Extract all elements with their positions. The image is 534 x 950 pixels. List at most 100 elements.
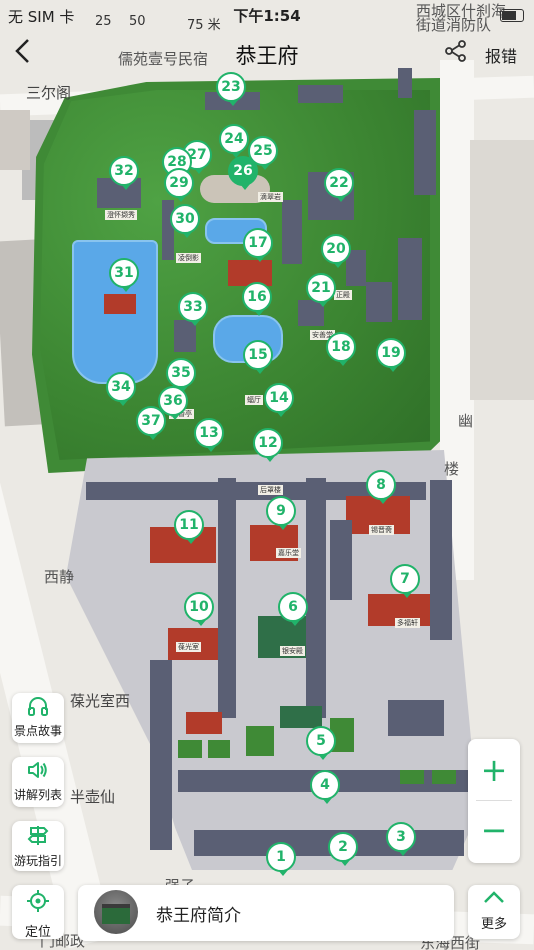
battery-icon — [500, 9, 524, 22]
headphones-icon — [12, 696, 64, 720]
tool-label: 游玩指引 — [13, 854, 62, 868]
lawn — [400, 770, 424, 784]
building-tag: 澄怀撷秀 — [105, 210, 137, 220]
zoom-control: + − — [468, 739, 520, 863]
zoom-out-button[interactable]: − — [468, 811, 520, 849]
scenic-story-button[interactable]: 景点故事 — [12, 693, 64, 743]
zoom-in-button[interactable]: + — [468, 751, 520, 789]
building — [398, 238, 422, 320]
scenic-spot-pin[interactable]: 37 — [136, 406, 166, 440]
chevron-up-icon — [468, 887, 520, 913]
more-label: 更多 — [480, 917, 507, 932]
scenic-spot-pin[interactable]: 31 — [109, 258, 139, 292]
speaker-icon — [12, 760, 64, 784]
building-tag: 银安殿 — [280, 646, 305, 656]
building — [330, 520, 352, 600]
poi-label[interactable]: 葆光室西 — [70, 690, 130, 711]
scenic-spot-pin[interactable]: 11 — [174, 510, 204, 544]
scenic-spot-pin[interactable]: 12 — [253, 428, 283, 462]
scenic-spot-pin[interactable]: 33 — [178, 292, 208, 326]
poi-label[interactable]: 半壶仙 — [70, 786, 115, 807]
scenic-spot-pin[interactable]: 20 — [321, 234, 351, 268]
share-icon[interactable] — [445, 40, 467, 68]
scenic-spot-pin[interactable]: 13 — [194, 418, 224, 452]
building — [388, 700, 444, 736]
scenic-spot-pin[interactable]: 35 — [166, 358, 196, 392]
locate-button[interactable]: 定位 — [12, 885, 64, 940]
building-tag: 嘉乐堂 — [276, 548, 301, 558]
building-tag: 后罩楼 — [258, 485, 283, 495]
lawn — [208, 740, 230, 758]
scenic-spot-pin[interactable]: 23 — [216, 72, 246, 106]
tool-label: 景点故事 — [13, 724, 62, 738]
building-tag: 凌倒影 — [176, 253, 201, 263]
status-bar: 无 SIM 卡 下午1:54 — [0, 0, 534, 30]
scale-tick: 50 — [129, 14, 146, 29]
building — [282, 200, 302, 264]
building — [228, 260, 272, 286]
scenic-spot-pin[interactable]: 29 — [164, 168, 194, 202]
building — [150, 660, 172, 850]
audio-list-button[interactable]: 讲解列表 — [12, 757, 64, 807]
scenic-spot-pin[interactable]: 7 — [390, 564, 420, 598]
scenic-spot-pin[interactable]: 9 — [266, 496, 296, 530]
lawn — [432, 770, 456, 784]
scenic-spot-pin[interactable]: 3 — [386, 822, 416, 856]
building-tag: 多福轩 — [395, 618, 420, 628]
building-tag: 蝠厅 — [245, 395, 263, 405]
building-tag: 滴翠岩 — [258, 192, 283, 202]
map-canvas[interactable]: 滴翠岩 妙香亭 安善堂 蝠厅 凌倒影 澄怀撷秀 正殿 多福轩 锡晋斋 葆光室 嘉… — [0, 0, 534, 950]
street-label: 幽 — [458, 412, 474, 430]
poi-label[interactable]: 三尔阁 — [26, 82, 71, 103]
scenic-spot-pin[interactable]: 1 — [266, 842, 296, 876]
building-block — [470, 140, 534, 400]
scenic-spot-pin[interactable]: 14 — [264, 383, 294, 417]
building — [414, 110, 436, 195]
scenic-spot-pin[interactable]: 30 — [170, 204, 200, 238]
scenic-spot-pin[interactable]: 32 — [109, 156, 139, 190]
zoom-divider — [476, 800, 512, 801]
street-label: 西静 — [44, 568, 75, 586]
report-error-button[interactable]: 报错 — [485, 43, 517, 67]
building — [298, 85, 343, 103]
nav-bar: 恭王府 报错 — [0, 30, 534, 76]
scenic-spot-pin[interactable]: 18 — [326, 332, 356, 366]
tour-guide-button[interactable]: 游玩指引 — [12, 821, 64, 871]
map-scale: 25 50 75 米 — [95, 14, 225, 33]
building-tag: 葆光室 — [176, 642, 201, 652]
scenic-spot-pin[interactable]: 22 — [324, 168, 354, 202]
more-button[interactable]: 更多 — [468, 885, 520, 939]
scenic-spot-pin[interactable]: 16 — [242, 282, 272, 316]
scenic-spot-pin[interactable]: 6 — [278, 592, 308, 626]
scenic-spot-pin[interactable]: 19 — [376, 338, 406, 372]
street-label: 楼 — [444, 460, 460, 478]
building — [306, 478, 326, 718]
building-tag: 正殿 — [334, 290, 352, 300]
scenic-spot-pin[interactable]: 10 — [184, 592, 214, 626]
tool-label: 讲解列表 — [13, 788, 62, 802]
scenic-spot-pin[interactable]: 2 — [328, 832, 358, 866]
scenic-spot-pin[interactable]: 8 — [366, 470, 396, 504]
building — [430, 480, 452, 640]
scenic-spot-pin[interactable]: 34 — [106, 372, 136, 406]
scenic-spot-pin[interactable]: 26 — [228, 156, 258, 190]
building — [104, 294, 136, 314]
building-tag: 锡晋斋 — [369, 525, 394, 535]
intro-thumbnail — [94, 890, 138, 934]
scenic-spot-pin[interactable]: 4 — [310, 770, 340, 804]
signpost-icon — [12, 824, 64, 850]
scenic-spot-pin[interactable]: 24 — [219, 124, 249, 158]
building — [218, 478, 236, 718]
scenic-spot-pin[interactable]: 5 — [306, 726, 336, 760]
building-block — [0, 110, 30, 170]
scale-tick: 25 — [95, 14, 112, 29]
lawn — [178, 740, 202, 758]
building — [280, 706, 322, 728]
locate-label: 定位 — [24, 925, 51, 940]
building — [366, 282, 392, 322]
scenic-spot-pin[interactable]: 15 — [243, 340, 273, 374]
scenic-spot-pin[interactable]: 21 — [306, 273, 336, 307]
crosshair-icon — [12, 889, 64, 919]
intro-card[interactable]: 恭王府简介 — [78, 885, 454, 941]
scenic-spot-pin[interactable]: 17 — [243, 228, 273, 262]
